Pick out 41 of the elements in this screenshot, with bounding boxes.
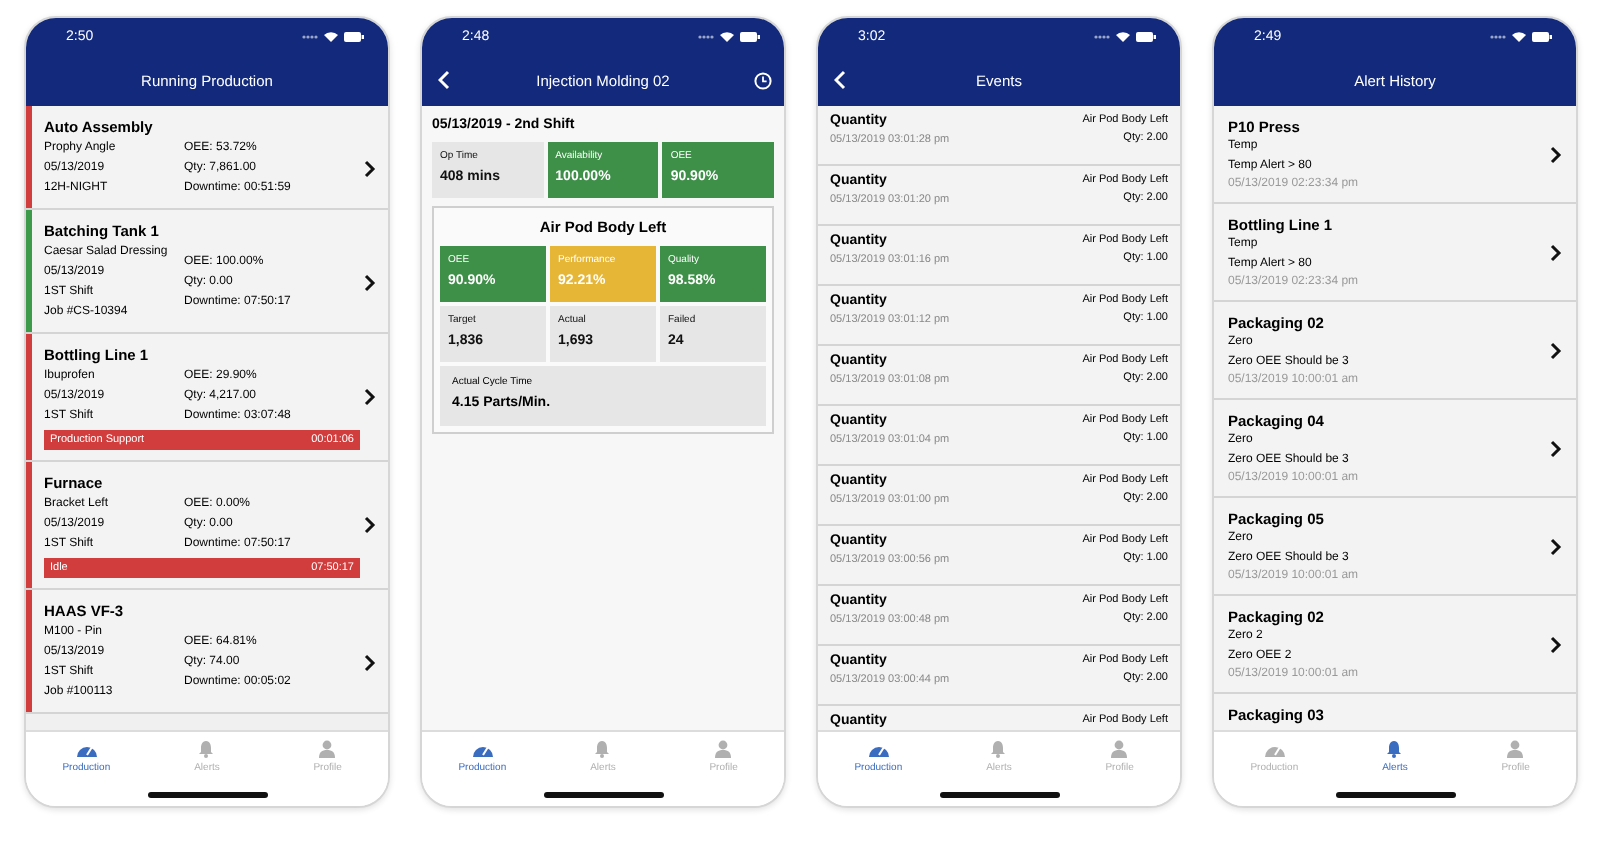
person-icon <box>1110 740 1129 758</box>
signal-icon <box>302 33 318 39</box>
chevron-icon <box>1550 145 1562 163</box>
wifi-icon <box>1512 31 1526 41</box>
battery-icon <box>740 31 760 41</box>
wifi-icon <box>720 31 734 41</box>
chevron-icon <box>364 653 376 671</box>
chevron-icon <box>1550 635 1562 653</box>
battery-icon <box>344 31 364 41</box>
home-indicator <box>939 792 1059 798</box>
bell-icon <box>198 740 215 758</box>
chevron-icon <box>364 387 376 405</box>
clock-icon <box>753 71 771 89</box>
signal-icon <box>1490 33 1506 39</box>
chevron-icon <box>1550 537 1562 555</box>
back-chevron-icon <box>834 70 846 90</box>
back-chevron-icon <box>438 70 450 90</box>
wifi-icon <box>324 31 338 41</box>
person-icon <box>1506 740 1525 758</box>
battery-icon <box>1136 31 1156 41</box>
signal-icon <box>698 33 714 39</box>
battery-icon <box>1532 31 1552 41</box>
chevron-icon <box>1550 341 1562 359</box>
chevron-icon <box>364 273 376 291</box>
chevron-icon <box>1550 243 1562 261</box>
person-icon <box>714 740 733 758</box>
bell-icon <box>990 740 1007 758</box>
home-indicator <box>543 792 663 798</box>
wifi-icon <box>1116 31 1130 41</box>
bell-icon <box>594 740 611 758</box>
home-indicator <box>147 792 267 798</box>
chevron-icon <box>364 515 376 533</box>
person-icon <box>318 740 337 758</box>
back-button[interactable] <box>834 70 846 90</box>
signal-icon <box>1094 33 1110 39</box>
chevron-icon <box>364 159 376 177</box>
history-button[interactable] <box>753 71 771 89</box>
home-indicator <box>1335 792 1455 798</box>
chevron-icon <box>1550 439 1562 457</box>
back-button[interactable] <box>438 70 450 90</box>
bell-icon <box>1386 740 1403 758</box>
